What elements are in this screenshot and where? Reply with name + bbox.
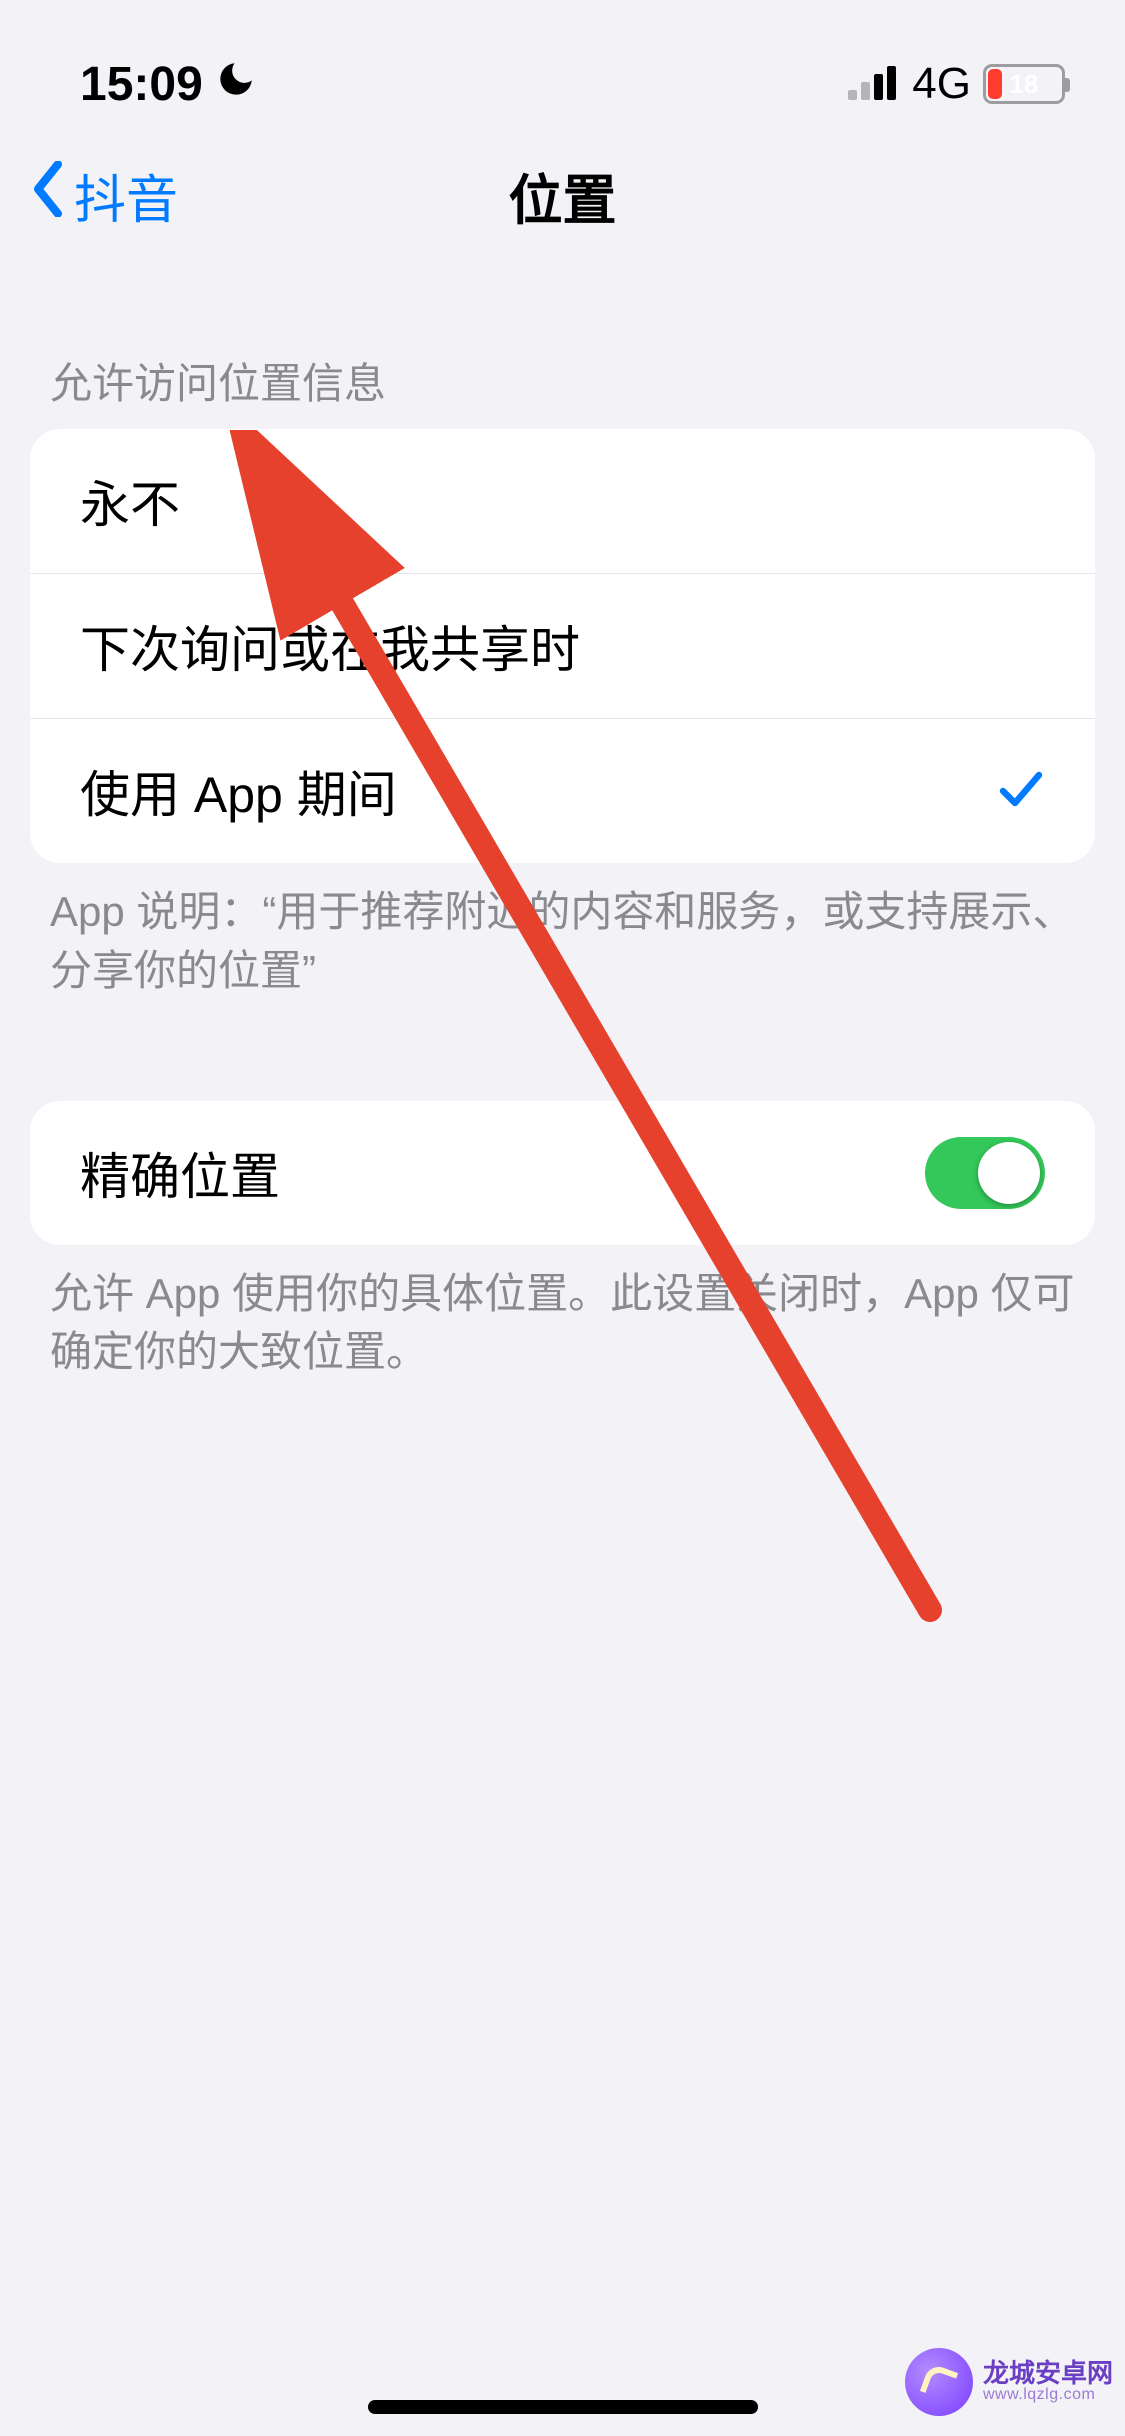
- option-ask-next-time[interactable]: 下次询问或在我共享时: [30, 573, 1095, 718]
- back-label: 抖音: [74, 158, 178, 233]
- location-access-header: 允许访问位置信息: [0, 260, 1125, 429]
- home-indicator[interactable]: [368, 2400, 758, 2414]
- watermark-text: 龙城安卓网 www.lqzlg.com: [983, 2360, 1113, 2404]
- switch-thumb: [978, 1142, 1040, 1204]
- back-button[interactable]: 抖音: [30, 158, 178, 233]
- watermark: 龙城安卓网 www.lqzlg.com: [905, 2348, 1113, 2416]
- location-access-group: 永不 下次询问或在我共享时 使用 App 期间: [30, 429, 1095, 863]
- watermark-subtitle: www.lqzlg.com: [983, 2387, 1113, 2404]
- precise-location-switch[interactable]: [925, 1137, 1045, 1209]
- status-left: 15:09: [80, 57, 257, 112]
- option-label: 使用 App 期间: [80, 755, 397, 827]
- option-never[interactable]: 永不: [30, 429, 1095, 573]
- watermark-title: 龙城安卓网: [983, 2360, 1113, 2387]
- location-access-footer: App 说明：“用于推荐附近的内容和服务，或支持展示、分享你的位置”: [0, 863, 1125, 1001]
- status-right: 4G 18: [848, 59, 1065, 109]
- battery-percent: 18: [986, 69, 1062, 100]
- chevron-left-icon: [30, 161, 66, 230]
- cellular-signal-icon: [848, 64, 900, 105]
- status-time: 15:09: [80, 57, 203, 112]
- precise-location-group: 精确位置: [30, 1101, 1095, 1245]
- status-bar: 15:09 4G 18: [0, 0, 1125, 130]
- option-while-using[interactable]: 使用 App 期间: [30, 718, 1095, 863]
- watermark-logo-icon: [905, 2348, 973, 2416]
- do-not-disturb-icon: [215, 58, 257, 110]
- option-label: 下次询问或在我共享时: [80, 610, 580, 682]
- precise-location-label: 精确位置: [80, 1137, 280, 1209]
- precise-location-row[interactable]: 精确位置: [30, 1101, 1095, 1245]
- checkmark-icon: [997, 765, 1045, 818]
- page-title: 位置: [509, 156, 617, 235]
- network-type-label: 4G: [912, 59, 971, 109]
- navigation-bar: 抖音 位置: [0, 130, 1125, 260]
- spacer: [0, 1001, 1125, 1101]
- option-label: 永不: [80, 465, 180, 537]
- precise-location-footer: 允许 App 使用你的具体位置。此设置关闭时，App 仅可确定你的大致位置。: [0, 1245, 1125, 1383]
- battery-indicator: 18: [983, 64, 1065, 104]
